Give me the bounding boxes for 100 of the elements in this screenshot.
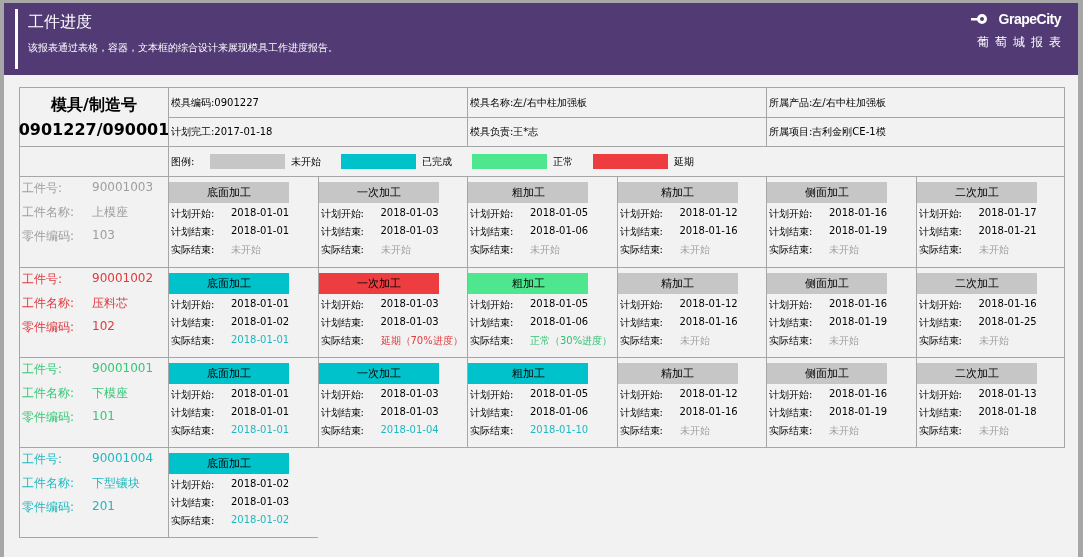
stage-value: 2018-01-21	[978, 225, 1037, 238]
stage-label: 计划结束:	[619, 316, 664, 330]
stage-label: 实际结束:	[171, 514, 216, 528]
stage-value: 2018-01-01	[231, 406, 290, 419]
field-label: 工件号:	[22, 271, 64, 288]
stage-header: 精加工	[617, 182, 738, 203]
stage-label: 计划开始:	[769, 388, 814, 402]
field-label: 工件名称:	[22, 295, 76, 312]
stage-label: 计划结束:	[619, 406, 664, 420]
field-value: 下模座	[92, 385, 128, 402]
stage-value: 延期（70%进度）	[380, 334, 463, 348]
stage-label: 计划开始:	[769, 298, 814, 312]
stage-value: 未开始	[530, 243, 560, 257]
legend-text: 已完成	[422, 154, 453, 169]
info-text: 模具名称:左/右中柱加强板	[470, 95, 587, 110]
stage-value: 未开始	[829, 243, 859, 257]
stage-value: 2018-01-06	[530, 225, 589, 238]
stage-value: 未开始	[679, 424, 710, 438]
stage-label: 计划开始:	[320, 207, 365, 221]
stage-label: 计划结束:	[320, 406, 365, 420]
stage-header: 底面加工	[169, 453, 289, 474]
stage-label: 计划结束:	[619, 225, 664, 239]
field-label: 零件编码:	[22, 228, 76, 245]
stage-value: 2018-01-16	[679, 225, 738, 238]
stage-value: 2018-01-01	[231, 388, 290, 401]
stage-header: 一次加工	[318, 363, 439, 384]
stage-label: 实际结束:	[470, 334, 515, 348]
stage-value: 未开始	[231, 243, 261, 257]
field-label: 零件编码:	[22, 319, 76, 336]
stage-value: 2018-01-16	[829, 388, 888, 401]
stage-label: 实际结束:	[470, 424, 515, 438]
stage-value: 2018-01-06	[530, 406, 589, 419]
stage-header: 粗加工	[468, 273, 588, 294]
stage-header: 底面加工	[169, 273, 289, 294]
stage-label: 计划结束:	[320, 316, 365, 330]
info-text: 所属项目:吉利金刚CE-1模	[769, 125, 886, 139]
stage-label: 计划开始:	[470, 388, 515, 402]
stage-label: 计划结束:	[171, 406, 216, 420]
stage-label: 计划开始:	[470, 298, 515, 312]
stage-label: 计划结束:	[320, 225, 365, 239]
stage-label: 计划开始:	[619, 388, 664, 402]
stage-header: 精加工	[617, 273, 738, 294]
stage-label: 计划结束:	[470, 316, 515, 330]
stage-value: 2018-01-03	[380, 388, 439, 401]
stage-header: 侧面加工	[767, 182, 887, 203]
stage-label: 实际结束:	[320, 334, 365, 348]
stage-value: 未开始	[978, 334, 1009, 348]
stage-label: 实际结束:	[918, 424, 963, 438]
stage-value: 2018-01-01	[231, 424, 290, 437]
stage-header: 底面加工	[169, 363, 289, 384]
stage-value: 2018-01-03	[380, 225, 439, 238]
stage-value: 2018-01-10	[530, 424, 589, 437]
stage-label: 实际结束:	[769, 424, 814, 438]
mold-heading: 模具/制造号	[51, 95, 137, 116]
stage-value: 2018-01-16	[829, 298, 888, 311]
stage-label: 计划开始:	[918, 207, 963, 221]
stage-value: 2018-01-12	[679, 388, 738, 401]
stage-header: 粗加工	[468, 363, 588, 384]
stage-header: 精加工	[617, 363, 738, 384]
stage-label: 计划结束:	[171, 496, 216, 510]
stage-label: 计划开始:	[918, 388, 963, 402]
stage-label: 计划结束:	[470, 225, 515, 239]
stage-label: 实际结束:	[918, 243, 963, 257]
legend-text: 正常	[553, 154, 574, 169]
stage-header: 侧面加工	[767, 363, 887, 384]
stage-label: 计划开始:	[619, 207, 664, 221]
stage-label: 计划结束:	[769, 316, 814, 330]
stage-label: 实际结束:	[769, 334, 814, 348]
stage-label: 计划开始:	[619, 298, 664, 312]
stage-label: 计划结束:	[769, 406, 814, 420]
stage-value: 2018-01-12	[679, 207, 738, 220]
brand-tagline: 葡萄城报表	[977, 34, 1067, 51]
stage-value: 2018-01-16	[679, 406, 738, 419]
stage-label: 计划结束:	[171, 316, 216, 330]
report-title: 工件进度	[28, 12, 93, 33]
info-text: 模具负责:王*志	[470, 125, 539, 139]
stage-label: 计划开始:	[171, 388, 216, 402]
stage-value: 2018-01-16	[679, 316, 738, 329]
stage-label: 实际结束:	[619, 424, 664, 438]
field-value: 压料芯	[92, 295, 128, 312]
stage-value: 2018-01-02	[231, 478, 290, 491]
stage-value: 2018-01-19	[829, 225, 888, 238]
stage-value: 2018-01-01	[231, 207, 290, 220]
stage-header: 一次加工	[318, 182, 439, 203]
stage-value: 2018-01-01	[231, 298, 290, 311]
report-subtitle: 该报表通过表格，容器，文本框的综合设计来展现模具工作进度报告。	[28, 41, 338, 55]
stage-header: 底面加工	[169, 182, 289, 203]
stage-label: 实际结束:	[171, 243, 216, 257]
mold-number: 0901227/090001	[18, 120, 170, 139]
brand-name: GrapeCity	[998, 11, 1061, 27]
stage-label: 实际结束:	[171, 334, 216, 348]
stage-value: 2018-01-25	[978, 316, 1037, 329]
field-label: 零件编码:	[22, 499, 76, 516]
stage-value: 未开始	[829, 424, 859, 438]
stage-value: 未开始	[679, 243, 710, 257]
field-value: 103	[92, 228, 115, 244]
stage-value: 2018-01-02	[231, 316, 290, 329]
stage-value: 2018-01-16	[829, 207, 888, 220]
stage-label: 计划开始:	[769, 207, 814, 221]
stage-value: 2018-01-12	[679, 298, 738, 311]
